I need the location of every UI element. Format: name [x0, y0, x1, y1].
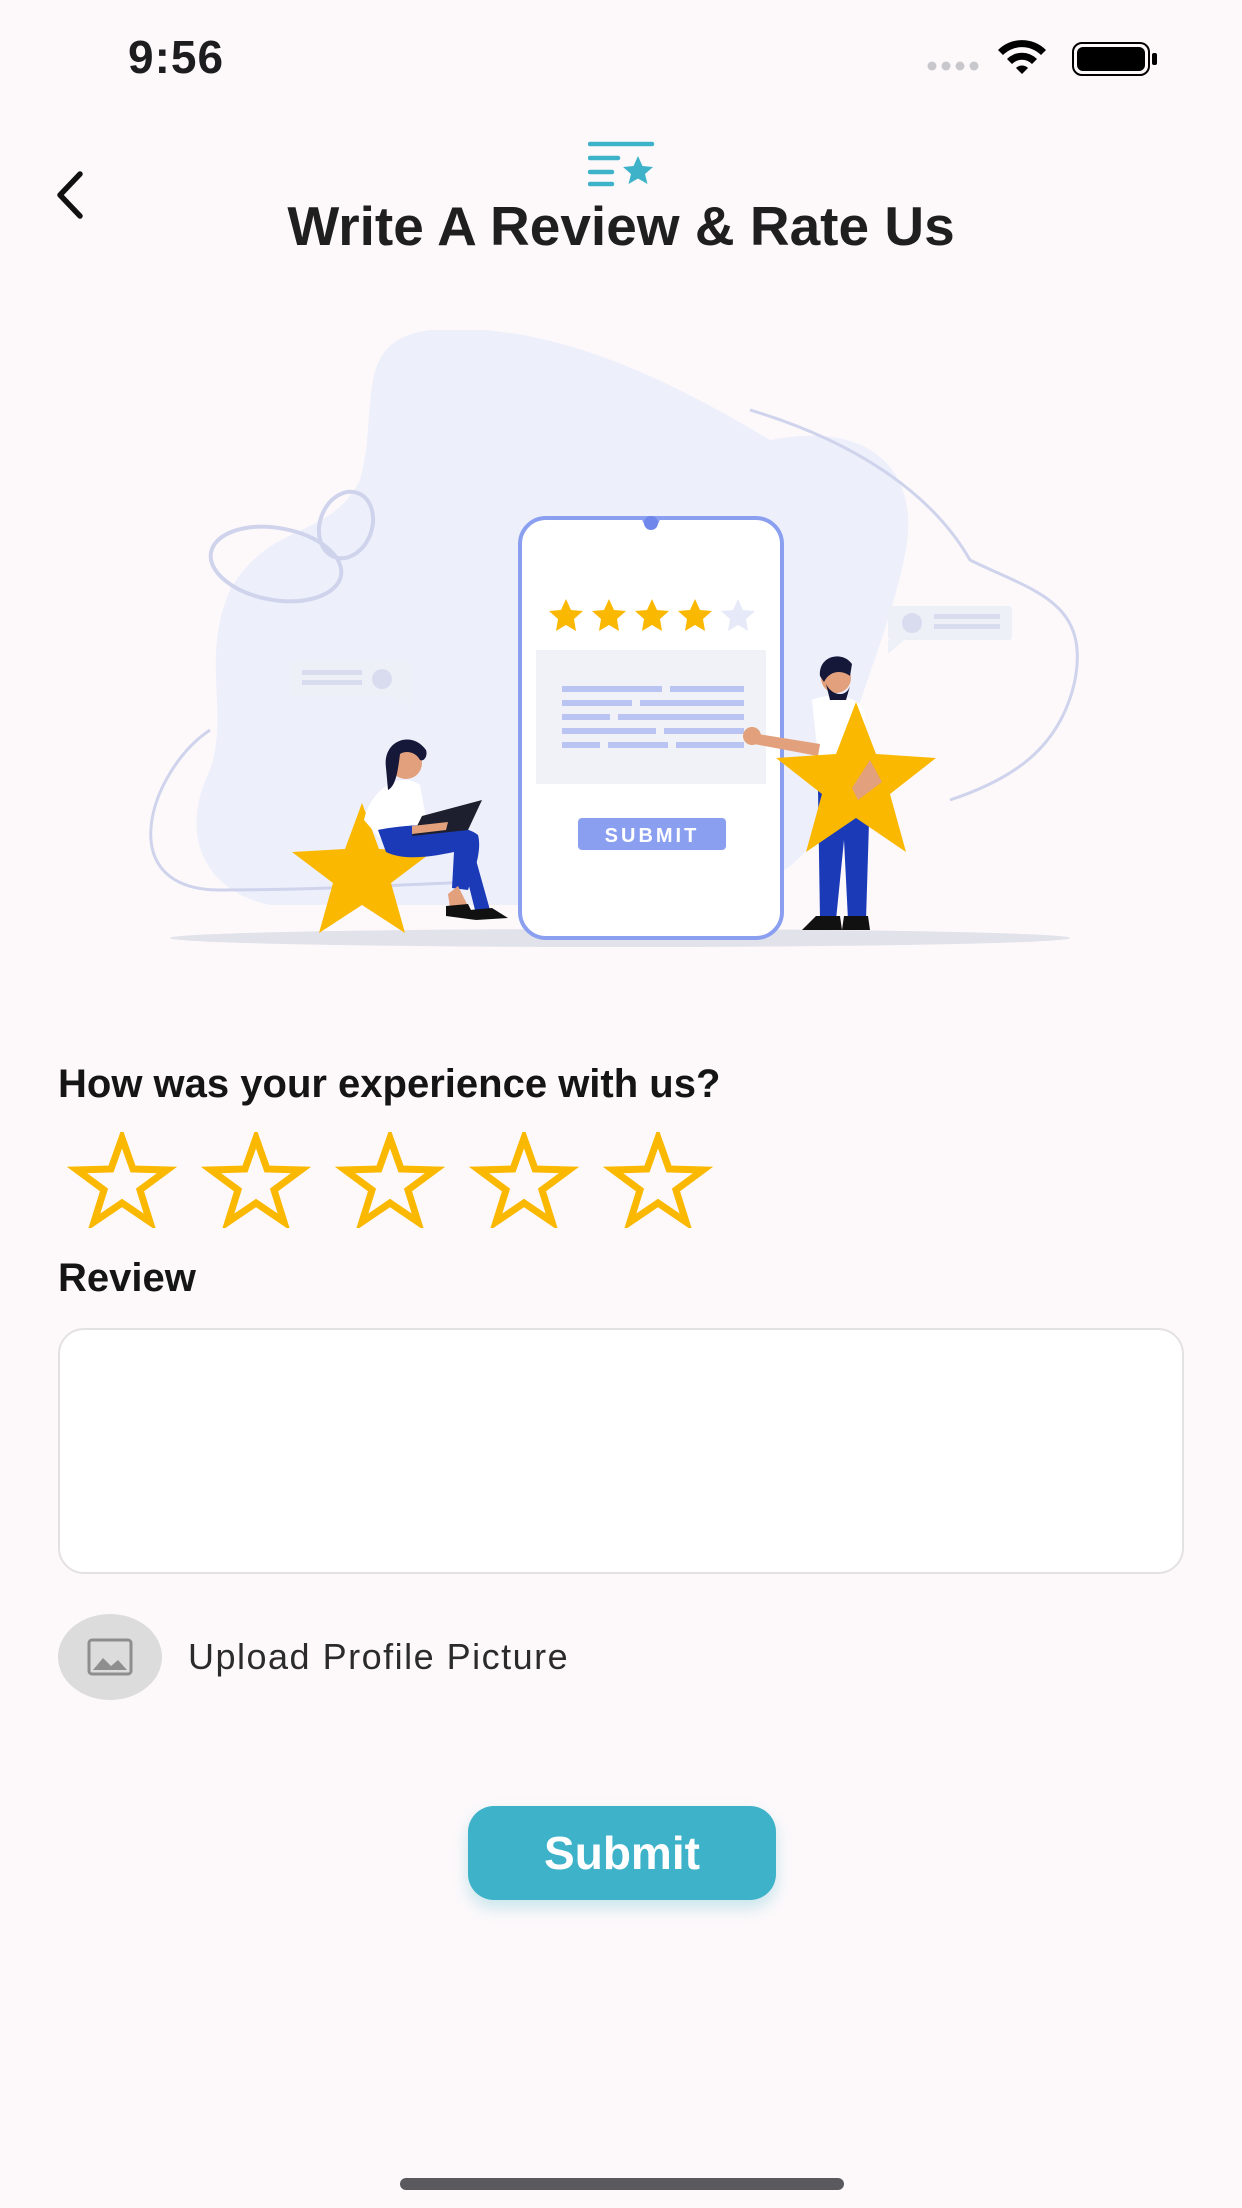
upload-label: Upload Profile Picture: [188, 1636, 570, 1677]
phone-mockup: SUBMIT: [518, 516, 784, 940]
review-list-star-icon: [588, 141, 655, 187]
cellular-signal-icon: [927, 61, 979, 71]
rating-star-5[interactable]: [602, 1132, 714, 1228]
star-outline-icon: [66, 1132, 178, 1228]
home-indicator: [400, 2178, 844, 2190]
wifi-icon: [998, 40, 1046, 74]
rating-star-1[interactable]: [66, 1132, 178, 1228]
status-time: 9:56: [128, 31, 225, 83]
upload-avatar-placeholder[interactable]: [58, 1614, 162, 1700]
page-title: Write A Review & Rate Us: [287, 195, 955, 257]
upload-profile-picture-button[interactable]: Upload Profile Picture: [58, 1614, 569, 1700]
rating-question: How was your experience with us?: [58, 1062, 721, 1106]
rating-star-3[interactable]: [334, 1132, 446, 1228]
battery-icon: [1072, 42, 1157, 76]
star-outline-icon: [334, 1132, 446, 1228]
review-textarea[interactable]: [58, 1328, 1184, 1574]
review-label: Review: [58, 1256, 196, 1300]
star-outline-icon: [468, 1132, 580, 1228]
status-icons: [927, 40, 1157, 76]
status-bar: 9:56: [0, 0, 1242, 120]
star-outline-icon: [200, 1132, 312, 1228]
rating-star-2[interactable]: [200, 1132, 312, 1228]
review-illustration: SUBMIT: [149, 330, 1079, 947]
star-outline-icon: [602, 1132, 714, 1228]
chat-bubble-right: [888, 606, 1012, 654]
submit-button[interactable]: Submit: [468, 1806, 776, 1900]
rating-star-4[interactable]: [468, 1132, 580, 1228]
phone-submit-label: SUBMIT: [605, 825, 700, 847]
image-placeholder-icon: [87, 1638, 133, 1676]
star-rating: [66, 1132, 714, 1228]
